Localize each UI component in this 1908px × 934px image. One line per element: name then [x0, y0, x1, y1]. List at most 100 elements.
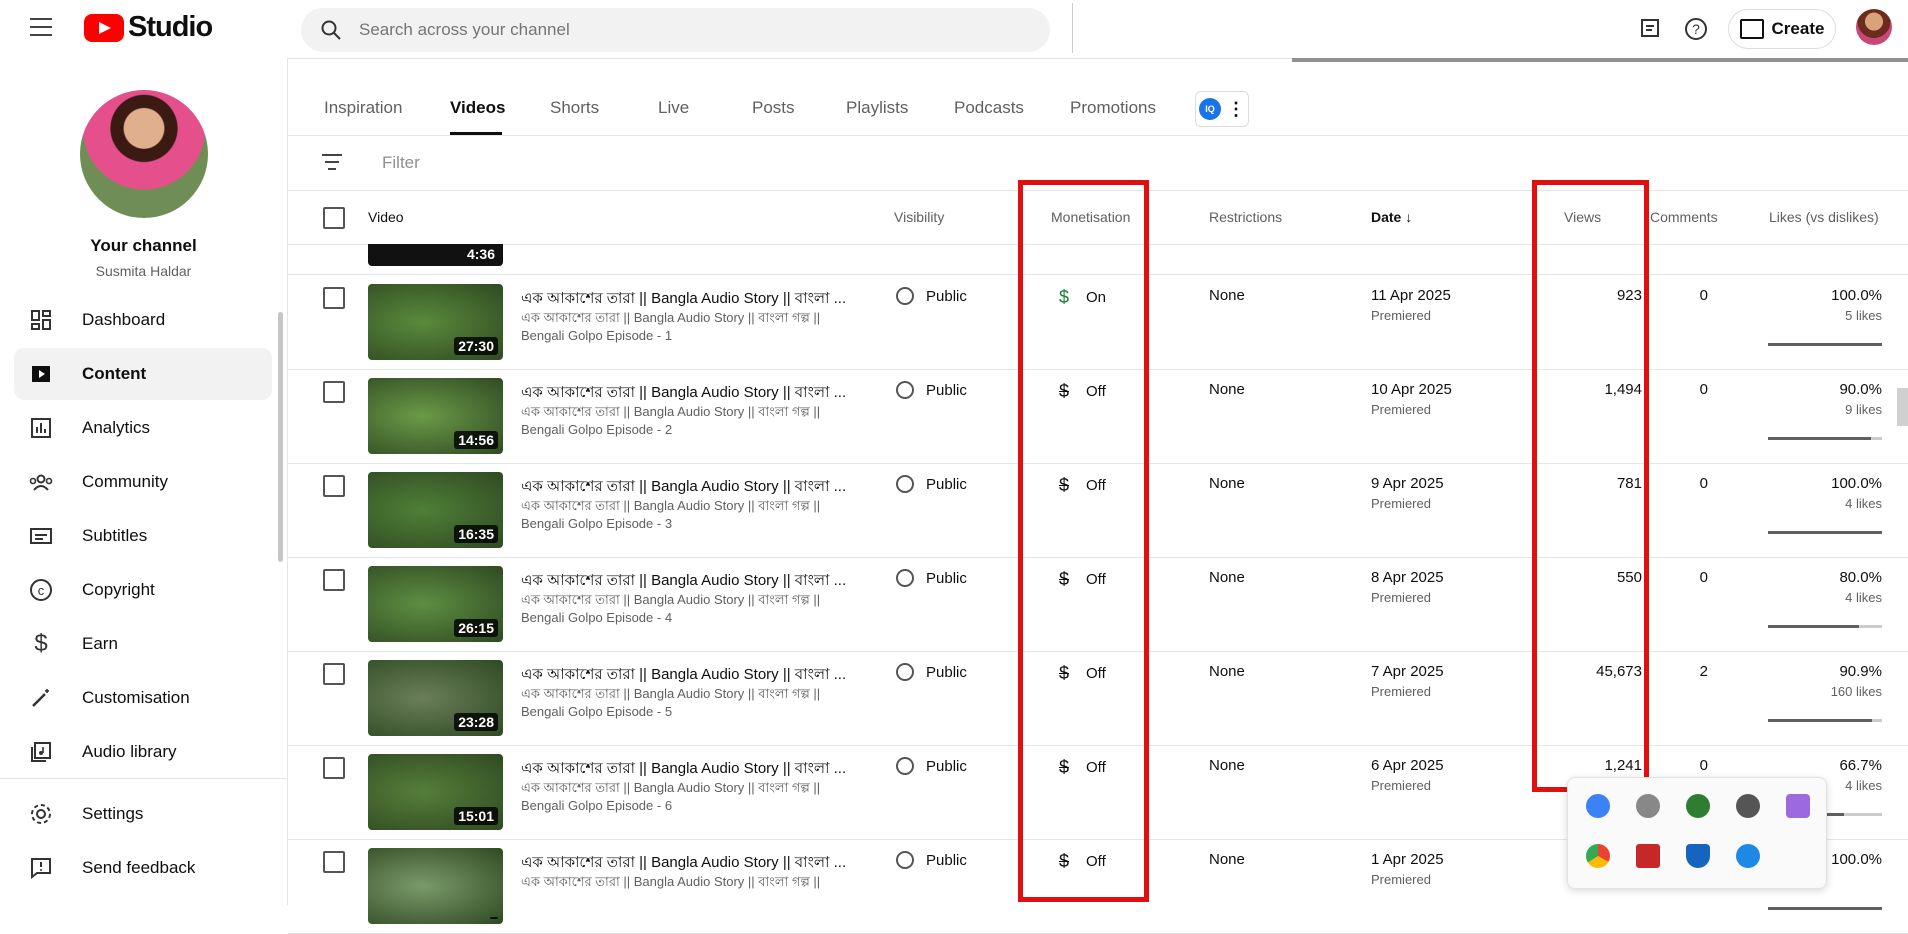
- dollar-icon: $: [34, 630, 48, 657]
- restrictions-value: None: [1209, 663, 1245, 680]
- visibility-cell[interactable]: Public: [896, 475, 967, 493]
- likes-ratio-bar: [1768, 719, 1882, 722]
- tab-shorts[interactable]: Shorts: [550, 98, 599, 118]
- gear-icon: [28, 801, 54, 827]
- tab-live[interactable]: Live: [658, 98, 689, 118]
- visibility-value: Public: [926, 851, 967, 869]
- video-thumbnail[interactable]: 14:56: [368, 378, 503, 454]
- tab-videos[interactable]: Videos: [450, 98, 505, 118]
- extension-button[interactable]: IQ ⋮: [1195, 91, 1249, 127]
- create-button[interactable]: Create: [1728, 9, 1836, 49]
- visibility-cell[interactable]: Public: [896, 381, 967, 399]
- menu-icon[interactable]: [30, 18, 52, 36]
- network-app-icon[interactable]: [1686, 794, 1710, 818]
- sidebar-item-label: Customisation: [82, 688, 190, 707]
- sidebar-item-feedback[interactable]: Send feedback: [14, 842, 272, 894]
- extension-icon: IQ: [1199, 98, 1221, 120]
- date-value: 9 Apr 2025: [1371, 475, 1444, 492]
- visibility-cell[interactable]: Public: [896, 757, 967, 775]
- sidebar-item-label: Dashboard: [82, 310, 166, 329]
- row-checkbox[interactable]: [323, 663, 345, 685]
- chrome-icon[interactable]: [1586, 844, 1610, 868]
- sidebar-item-dashboard[interactable]: Dashboard: [14, 294, 272, 346]
- tab-podcasts[interactable]: Podcasts: [954, 98, 1024, 118]
- video-thumbnail[interactable]: 26:15: [368, 566, 503, 642]
- sidebar-item-audio-library[interactable]: Audio library: [14, 726, 272, 778]
- visibility-cell[interactable]: Public: [896, 851, 967, 869]
- community-icon: [28, 469, 54, 495]
- tab-playlists[interactable]: Playlists: [846, 98, 908, 118]
- page-scrollbar[interactable]: [1897, 388, 1908, 426]
- video-description-line: এক আকাশের তারা || Bangla Audio Story || …: [521, 780, 821, 795]
- security-shield-icon[interactable]: [1686, 844, 1710, 868]
- account-avatar[interactable]: [1856, 9, 1892, 45]
- col-likes[interactable]: Likes (vs dislikes): [1769, 209, 1879, 225]
- channel-avatar[interactable]: [80, 90, 208, 218]
- sidebar-item-copyright[interactable]: c Copyright: [14, 564, 272, 616]
- sidebar-item-analytics[interactable]: Analytics: [14, 402, 272, 454]
- video-thumbnail[interactable]: 16:35: [368, 472, 503, 548]
- col-date[interactable]: Date ↓: [1371, 209, 1412, 225]
- analytics-icon: [28, 415, 54, 441]
- sidebar-item-subtitles[interactable]: Subtitles: [14, 510, 272, 562]
- pen-app-icon[interactable]: [1786, 794, 1810, 818]
- channel-name: Susmita Haldar: [95, 263, 192, 279]
- bluetooth-icon[interactable]: [1736, 844, 1760, 868]
- sidebar-scrollbar[interactable]: [278, 312, 283, 562]
- sidebar-item-settings[interactable]: Settings: [14, 788, 272, 840]
- sidebar-item-community[interactable]: Community: [14, 456, 272, 508]
- search-bar[interactable]: [301, 8, 1050, 52]
- comments-value: 0: [1699, 757, 1708, 774]
- col-restrictions[interactable]: Restrictions: [1209, 209, 1282, 225]
- date-status: Premiered: [1371, 496, 1431, 511]
- row-checkbox[interactable]: [323, 287, 345, 309]
- search-input[interactable]: [357, 19, 961, 41]
- row-checkbox[interactable]: [323, 381, 345, 403]
- help-icon[interactable]: ?: [1681, 14, 1711, 44]
- cloud-offline-icon[interactable]: [1736, 794, 1760, 818]
- video-thumbnail[interactable]: 15:01: [368, 754, 503, 830]
- col-visibility[interactable]: Visibility: [894, 209, 944, 225]
- duration-badge: 26:15: [454, 619, 498, 637]
- filter-icon[interactable]: [322, 154, 342, 170]
- row-checkbox[interactable]: [323, 569, 345, 591]
- video-description-line: Bengali Golpo Episode - 2: [521, 422, 673, 437]
- sidebar-item-earn[interactable]: $ Earn: [14, 618, 272, 670]
- video-thumbnail[interactable]: [368, 848, 503, 924]
- duration-badge: 23:28: [454, 713, 498, 731]
- visibility-cell[interactable]: Public: [896, 287, 967, 305]
- row-checkbox[interactable]: [323, 475, 345, 497]
- pdf-app-icon[interactable]: [1636, 844, 1660, 868]
- filter-input[interactable]: Filter: [382, 153, 420, 173]
- search-icon: [321, 20, 341, 40]
- top-bar: Studio ? Create: [0, 0, 1908, 62]
- duration-badge: 4:36: [466, 246, 495, 262]
- sync-app-icon[interactable]: [1586, 794, 1610, 818]
- tab-posts[interactable]: Posts: [752, 98, 795, 118]
- date-cell: 9 Apr 2025 Premiered: [1371, 475, 1444, 511]
- video-thumbnail[interactable]: 4:36: [368, 244, 503, 266]
- tab-promotions[interactable]: Promotions: [1070, 98, 1156, 118]
- tab-inspiration[interactable]: Inspiration: [324, 98, 402, 118]
- sidebar-item-label: Subtitles: [82, 526, 148, 545]
- sidebar-item-label: Community: [82, 472, 168, 491]
- video-thumbnail[interactable]: 27:30: [368, 284, 503, 360]
- webcam-icon[interactable]: [1636, 794, 1660, 818]
- row-checkbox[interactable]: [323, 851, 345, 873]
- video-description-line: এক আকাশের তারা || Bangla Audio Story || …: [521, 498, 821, 513]
- sidebar-item-content[interactable]: Content: [14, 348, 272, 400]
- likes-count: 5 likes: [1845, 308, 1882, 323]
- col-comments[interactable]: Comments: [1650, 209, 1718, 225]
- likes-cell: 100.0% 5 likes: [1768, 287, 1882, 323]
- divider: [1072, 3, 1073, 53]
- visibility-cell[interactable]: Public: [896, 569, 967, 587]
- captions-feedback-icon[interactable]: [1636, 14, 1666, 44]
- likes-ratio-fill: [1768, 343, 1882, 346]
- studio-logo[interactable]: Studio: [84, 11, 213, 44]
- select-all-checkbox[interactable]: [323, 207, 345, 229]
- row-checkbox[interactable]: [323, 757, 345, 779]
- visibility-cell[interactable]: Public: [896, 663, 967, 681]
- globe-icon: [896, 569, 914, 587]
- sidebar-item-customisation[interactable]: Customisation: [14, 672, 272, 724]
- video-thumbnail[interactable]: 23:28: [368, 660, 503, 736]
